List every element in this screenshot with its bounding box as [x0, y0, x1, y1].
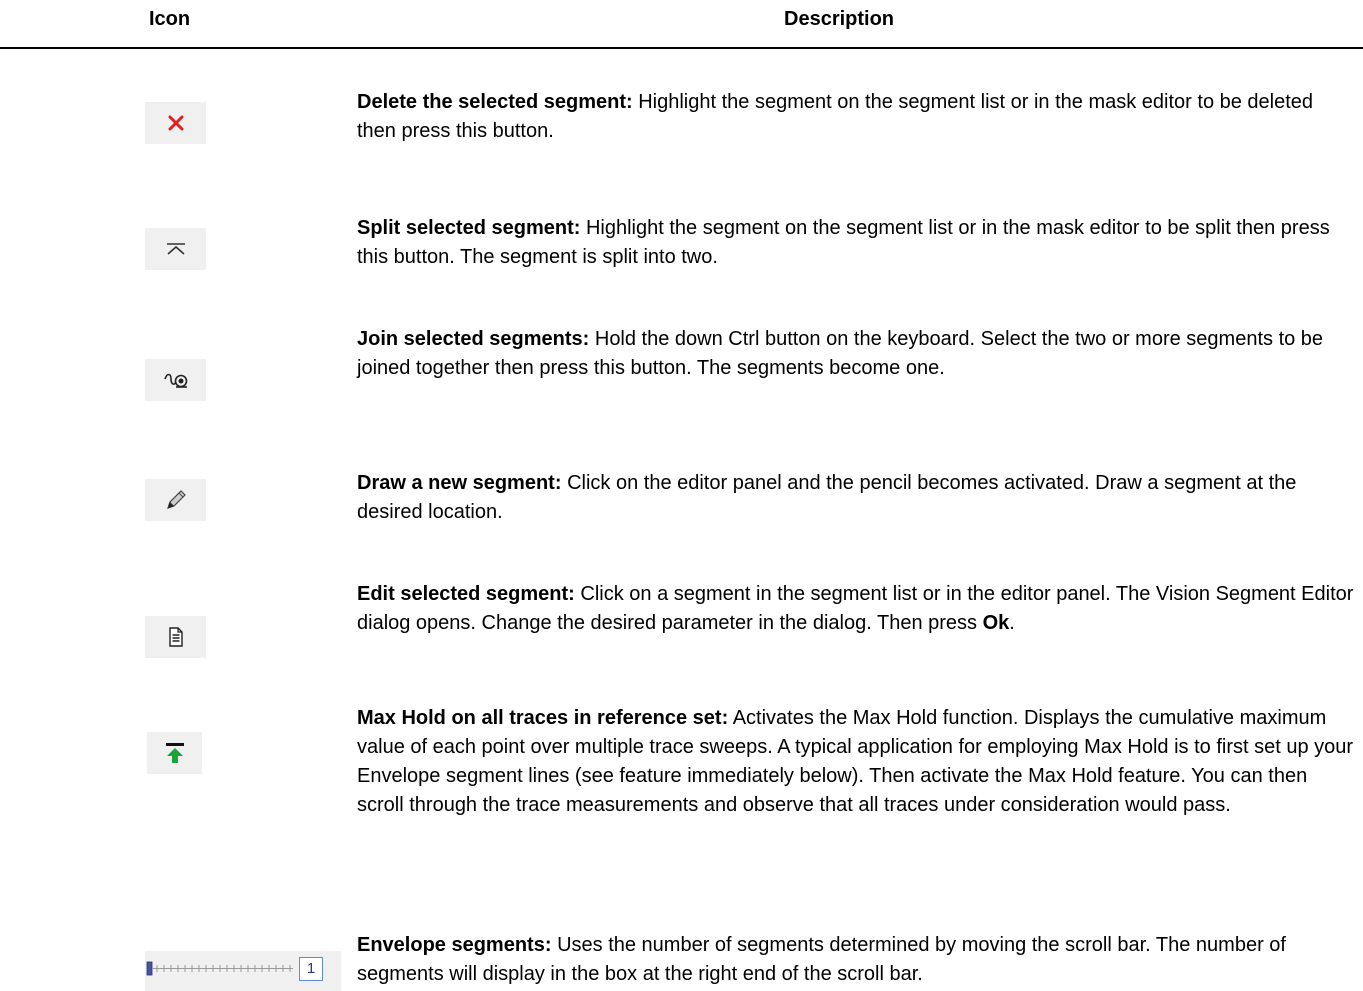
column-header-icon: Icon: [149, 8, 191, 30]
join-segments-icon: [163, 373, 187, 388]
row-title: Split selected segment:: [357, 217, 581, 239]
row-title: Join selected segments:: [357, 328, 590, 350]
row-split-description: Split selected segment: Highlight the se…: [357, 214, 1357, 272]
header-divider: [0, 47, 1363, 49]
max-hold-icon: [165, 743, 184, 763]
envelope-scrollbar-widget[interactable]: 1: [145, 951, 341, 991]
delete-segment-button[interactable]: [145, 102, 206, 144]
row-title: Edit selected segment:: [357, 583, 575, 605]
row-join-description: Join selected segments: Hold the down Ct…: [357, 325, 1357, 383]
max-hold-button[interactable]: [147, 732, 202, 774]
segment-count-box: 1: [299, 957, 323, 981]
edit-segment-button[interactable]: [145, 616, 206, 658]
ok-text: Ok: [982, 612, 1010, 634]
row-title: Delete the selected segment:: [357, 91, 633, 113]
edit-document-icon: [168, 627, 183, 647]
row-maxhold-description: Max Hold on all traces in reference set:…: [357, 704, 1357, 820]
row-title: Max Hold on all traces in reference set:: [357, 707, 729, 729]
row-text-end: .: [1009, 612, 1015, 634]
row-envelope-description: Envelope segments: Uses the number of se…: [357, 931, 1357, 989]
split-segment-button[interactable]: [145, 228, 206, 270]
row-edit-description: Edit selected segment: Click on a segmen…: [357, 580, 1357, 638]
row-title: Envelope segments:: [357, 934, 552, 956]
column-header-description: Description: [784, 8, 895, 30]
draw-segment-button[interactable]: [145, 479, 206, 521]
delete-x-icon: [168, 115, 183, 131]
join-segments-button[interactable]: [145, 359, 206, 401]
envelope-scrollbar-icon[interactable]: [145, 951, 295, 991]
row-draw-description: Draw a new segment: Click on the editor …: [357, 469, 1357, 527]
pencil-icon: [166, 490, 186, 509]
row-delete-description: Delete the selected segment: Highlight t…: [357, 88, 1357, 146]
split-segment-icon: [166, 243, 185, 255]
row-title: Draw a new segment:: [357, 472, 562, 494]
